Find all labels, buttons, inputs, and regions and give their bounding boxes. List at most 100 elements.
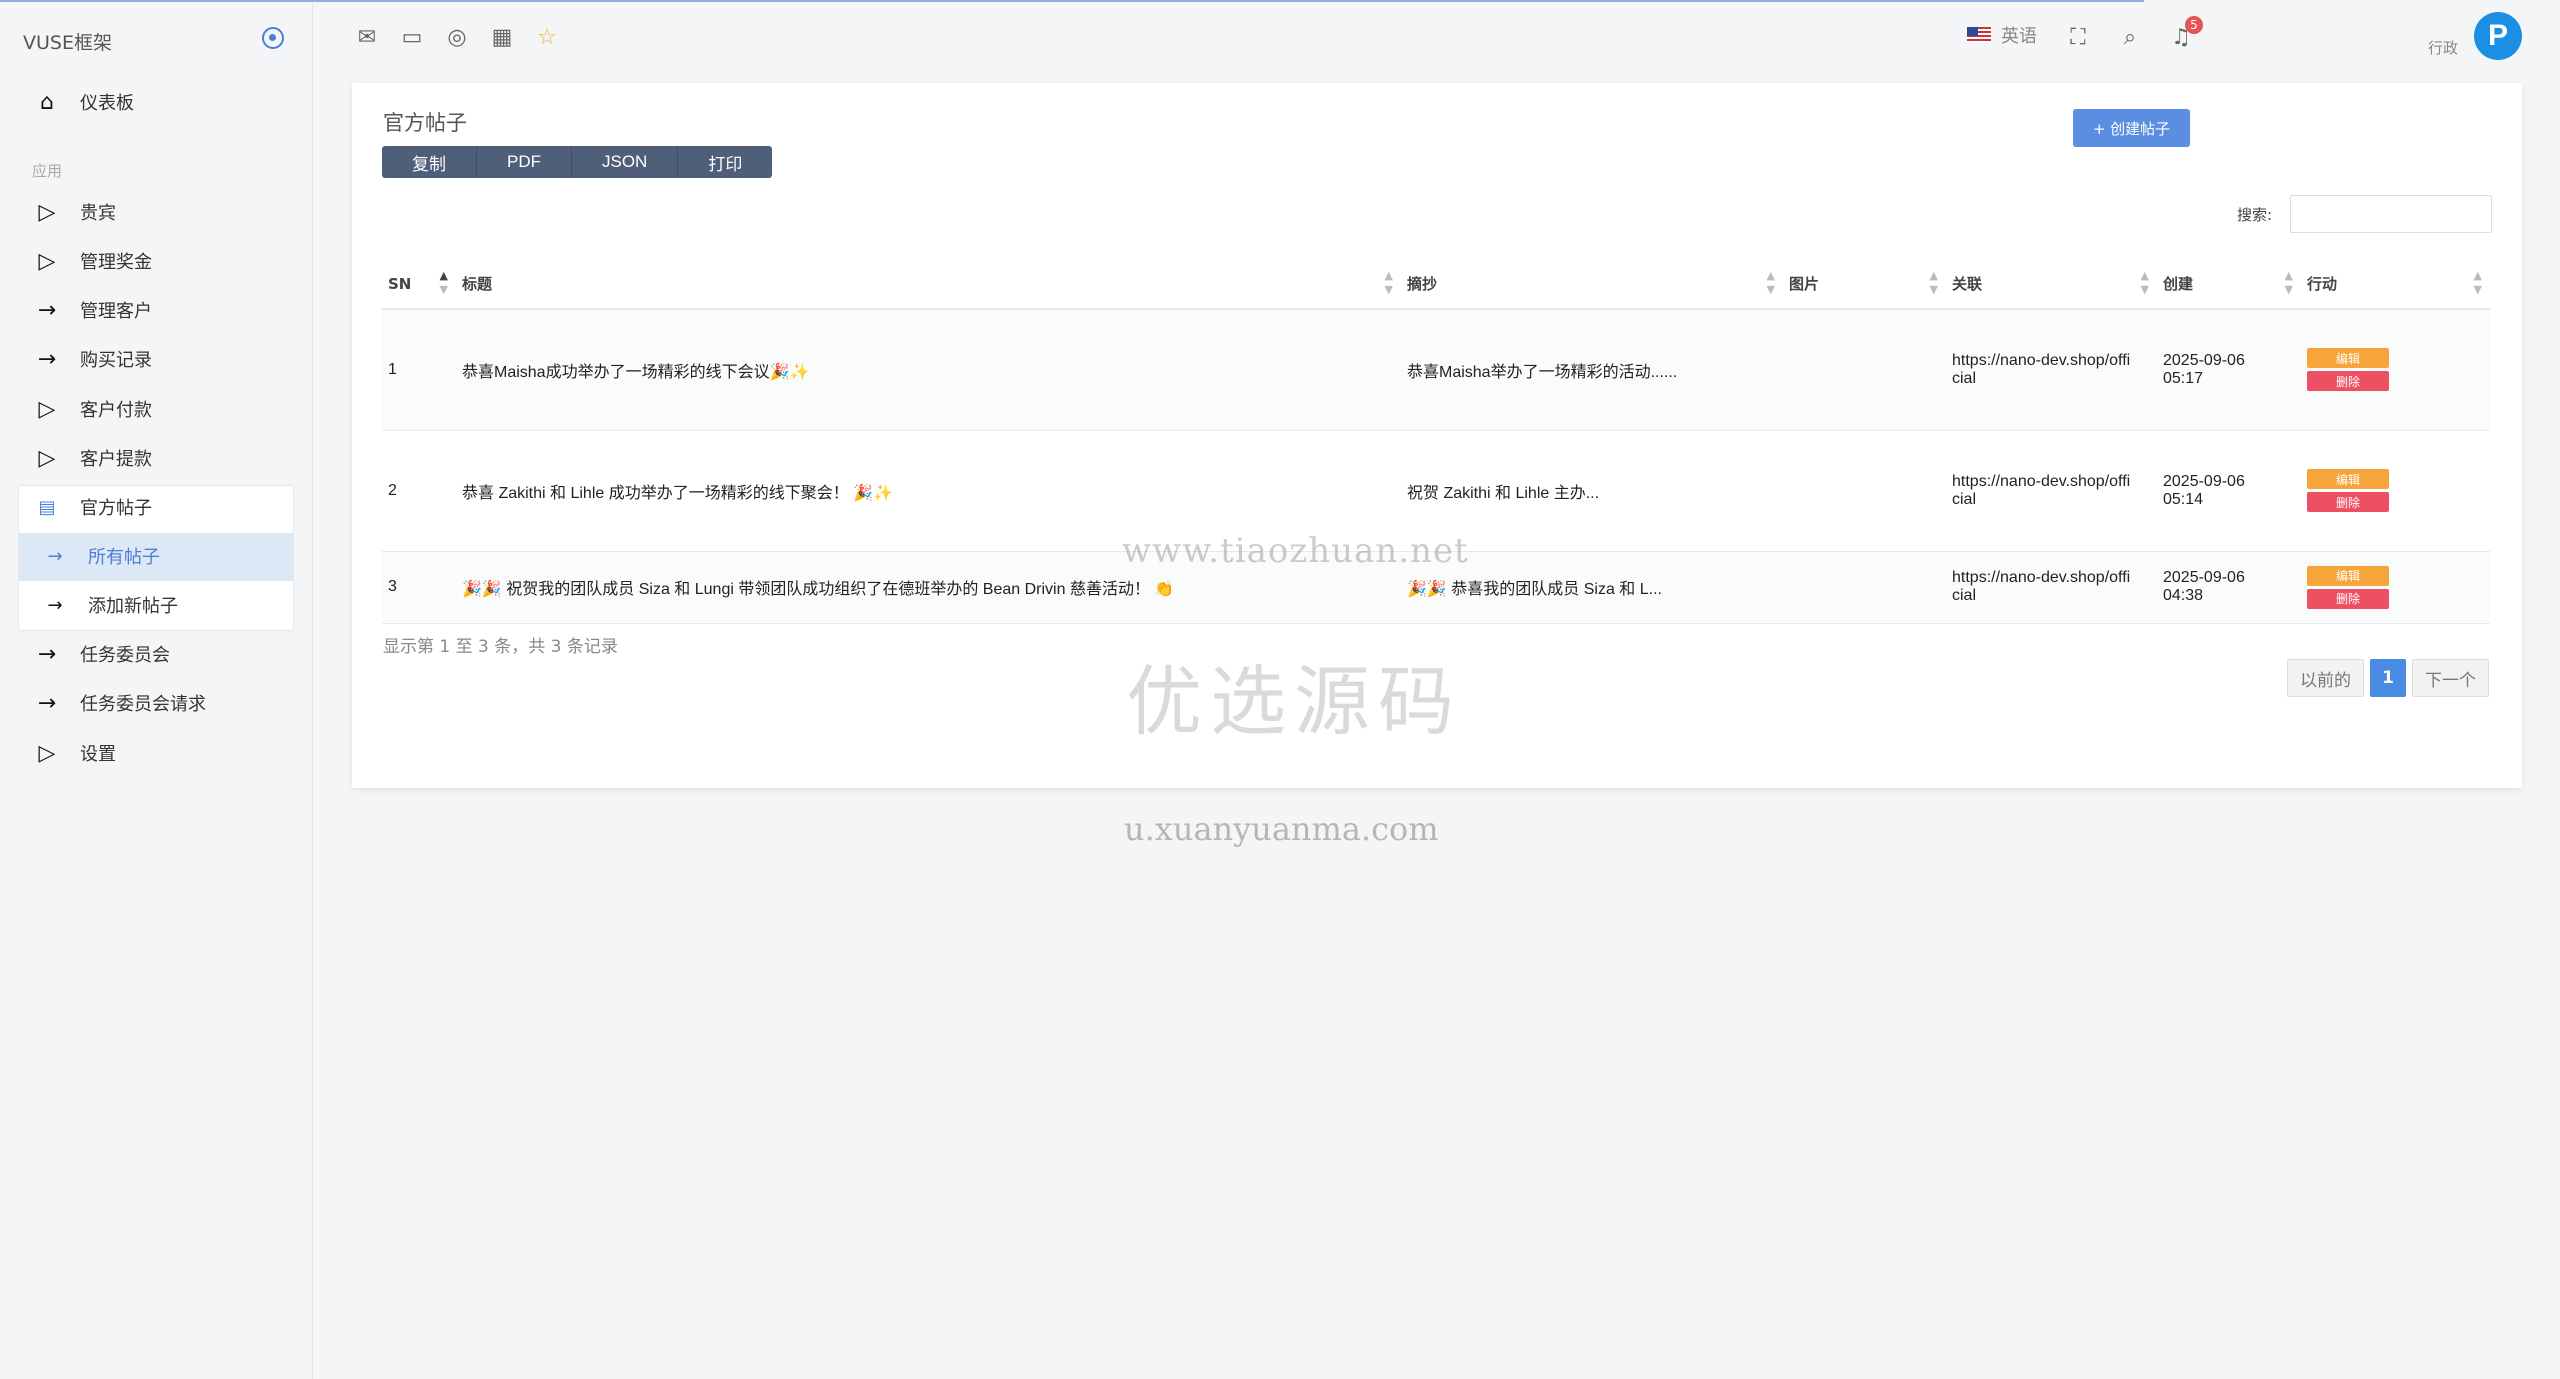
cell-excerpt: 恭喜Maisha举办了一场精彩的活动...... bbox=[1401, 309, 1783, 431]
cell-sn: 3 bbox=[382, 551, 456, 624]
sidebar-item-label: 客户付款 bbox=[80, 400, 152, 421]
sort-icon: ▲ ▼ bbox=[2284, 269, 2293, 296]
play-icon: ▷ bbox=[38, 445, 56, 471]
newspaper-icon: ▤ bbox=[38, 496, 56, 518]
pdf-button[interactable]: PDF bbox=[477, 146, 572, 178]
cell-image bbox=[1783, 551, 1946, 624]
cell-link[interactable]: https://nano-dev.shop/official bbox=[1946, 309, 2157, 431]
sidebar-item-task-committee[interactable]: → 任务委员会 bbox=[0, 630, 313, 678]
language-selector[interactable]: 英语 bbox=[1967, 22, 2037, 48]
watermark-url: www.tiaozhuan.net bbox=[1122, 531, 1469, 571]
sidebar-item-label: 任务委员会请求 bbox=[80, 694, 206, 715]
arrow-right-icon: → bbox=[47, 545, 63, 567]
language-label: 英语 bbox=[2001, 26, 2037, 47]
sidebar-item-task-requests[interactable]: → 任务委员会请求 bbox=[0, 679, 313, 727]
delete-button[interactable]: 删除 bbox=[2307, 492, 2389, 512]
sidebar-item-dashboard[interactable]: ⌂ 仪表板 bbox=[0, 78, 313, 126]
next-page-button[interactable]: 下一个 bbox=[2412, 659, 2489, 697]
fullscreen-icon[interactable]: ⛶ bbox=[2065, 24, 2091, 50]
sort-icon: ▲ ▼ bbox=[1384, 269, 1393, 296]
check-circle-icon[interactable]: ◎ bbox=[444, 24, 470, 50]
edit-button[interactable]: 编辑 bbox=[2307, 348, 2389, 369]
sidebar-item-all-posts[interactable]: → 所有帖子 bbox=[0, 532, 313, 580]
cell-actions: 编辑 删除 bbox=[2301, 551, 2490, 624]
prev-page-button[interactable]: 以前的 bbox=[2287, 659, 2364, 697]
sidebar-item-official-posts[interactable]: ▤ 官方帖子 bbox=[0, 483, 313, 531]
brand-name: VUSE框架 bbox=[23, 32, 112, 54]
cell-image bbox=[1783, 309, 1946, 431]
edit-button[interactable]: 编辑 bbox=[2307, 469, 2389, 489]
sidebar-item-label: 官方帖子 bbox=[80, 498, 152, 519]
sidebar-item-label: 仪表板 bbox=[80, 93, 134, 114]
delete-button[interactable]: 删除 bbox=[2307, 371, 2389, 392]
arrow-right-icon: → bbox=[47, 594, 63, 616]
page-title: 官方帖子 bbox=[383, 111, 467, 135]
column-header-sn[interactable]: SN ▲ ▼ bbox=[382, 259, 456, 310]
pagination: 以前的 1 下一个 bbox=[2287, 659, 2489, 697]
sidebar-item-payments[interactable]: ▷ 客户付款 bbox=[0, 385, 313, 433]
home-icon: ⌂ bbox=[40, 89, 54, 115]
cell-link[interactable]: https://nano-dev.shop/official bbox=[1946, 430, 2157, 552]
sidebar-section-label: 应用 bbox=[32, 162, 63, 180]
sidebar-item-label: 管理客户 bbox=[80, 301, 152, 322]
chat-icon[interactable]: ▭ bbox=[399, 24, 425, 50]
sort-icon: ▲ ▼ bbox=[1766, 269, 1775, 296]
play-icon: ▷ bbox=[38, 740, 56, 766]
sidebar: VUSE框架 ⌂ 仪表板 应用 ▷ 贵宾 ▷ 管理奖金 → 管理客户 → 购买记… bbox=[0, 0, 313, 1379]
cell-sn: 1 bbox=[382, 309, 456, 431]
page-1-button[interactable]: 1 bbox=[2370, 659, 2406, 697]
print-button[interactable]: 打印 bbox=[678, 146, 773, 178]
cell-actions: 编辑 删除 bbox=[2301, 430, 2490, 552]
play-icon: ▷ bbox=[38, 199, 56, 225]
column-header-image[interactable]: 图片 ▲ ▼ bbox=[1783, 259, 1946, 310]
cell-title: 恭喜Maisha成功举办了一场精彩的线下会议🎉✨ bbox=[456, 309, 1401, 431]
cell-link[interactable]: https://nano-dev.shop/official bbox=[1946, 551, 2157, 624]
arrow-right-icon: → bbox=[37, 690, 57, 716]
cell-image bbox=[1783, 430, 1946, 552]
arrow-right-icon: → bbox=[37, 297, 57, 323]
column-header-link[interactable]: 关联 ▲ ▼ bbox=[1946, 259, 2157, 310]
sidebar-toggle-icon[interactable] bbox=[262, 27, 284, 49]
sidebar-item-label: 设置 bbox=[80, 744, 116, 765]
arrow-right-icon: → bbox=[37, 346, 57, 372]
sidebar-item-purchases[interactable]: → 购买记录 bbox=[0, 335, 313, 383]
sidebar-item-label: 购买记录 bbox=[80, 350, 152, 371]
us-flag-icon bbox=[1967, 27, 1991, 43]
sidebar-item-bonus[interactable]: ▷ 管理奖金 bbox=[0, 237, 313, 285]
cell-sn: 2 bbox=[382, 430, 456, 552]
notification-badge: 5 bbox=[2185, 16, 2203, 34]
sort-icon: ▲ ▼ bbox=[439, 269, 448, 296]
cell-created: 2025-09-06 04:38 bbox=[2157, 551, 2301, 624]
cell-created: 2025-09-06 05:17 bbox=[2157, 309, 2301, 431]
sidebar-item-vip[interactable]: ▷ 贵宾 bbox=[0, 188, 313, 236]
edit-button[interactable]: 编辑 bbox=[2307, 565, 2389, 586]
star-icon[interactable]: ☆ bbox=[534, 24, 560, 50]
sidebar-item-customers[interactable]: → 管理客户 bbox=[0, 286, 313, 334]
play-icon: ▷ bbox=[38, 248, 56, 274]
search-icon[interactable]: ⌕ bbox=[2117, 24, 2143, 50]
loading-bar bbox=[0, 0, 2144, 2]
sidebar-item-add-post[interactable]: → 添加新帖子 bbox=[0, 581, 313, 629]
export-button-group: 复制 PDF JSON 打印 bbox=[382, 146, 773, 178]
arrow-right-icon: → bbox=[37, 641, 57, 667]
delete-button[interactable]: 删除 bbox=[2307, 588, 2389, 609]
column-header-title[interactable]: 标题 ▲ ▼ bbox=[456, 259, 1401, 310]
sort-icon: ▲ ▼ bbox=[1929, 269, 1938, 296]
column-header-created[interactable]: 创建 ▲ ▼ bbox=[2157, 259, 2301, 310]
copy-button[interactable]: 复制 bbox=[382, 146, 477, 178]
sidebar-item-withdrawals[interactable]: ▷ 客户提款 bbox=[0, 434, 313, 482]
search-input[interactable] bbox=[2290, 195, 2492, 233]
sidebar-item-settings[interactable]: ▷ 设置 bbox=[0, 729, 313, 777]
avatar[interactable]: P bbox=[2474, 12, 2522, 60]
column-header-excerpt[interactable]: 摘抄 ▲ ▼ bbox=[1401, 259, 1783, 310]
mail-icon[interactable]: ✉ bbox=[354, 24, 380, 50]
cell-created: 2025-09-06 05:14 bbox=[2157, 430, 2301, 552]
column-header-actions[interactable]: 行动 ▲ ▼ bbox=[2301, 259, 2490, 310]
json-button[interactable]: JSON bbox=[572, 146, 679, 178]
sort-icon: ▲ ▼ bbox=[2140, 269, 2149, 296]
create-post-button[interactable]: + 创建帖子 bbox=[2073, 109, 2190, 147]
sidebar-item-label: 贵宾 bbox=[80, 203, 116, 224]
watermark-url-2: u.xuanyuanma.com bbox=[1124, 810, 1439, 848]
calendar-icon[interactable]: ▦ bbox=[489, 24, 515, 50]
watermark-logo: 优选源码 bbox=[1126, 657, 1462, 746]
